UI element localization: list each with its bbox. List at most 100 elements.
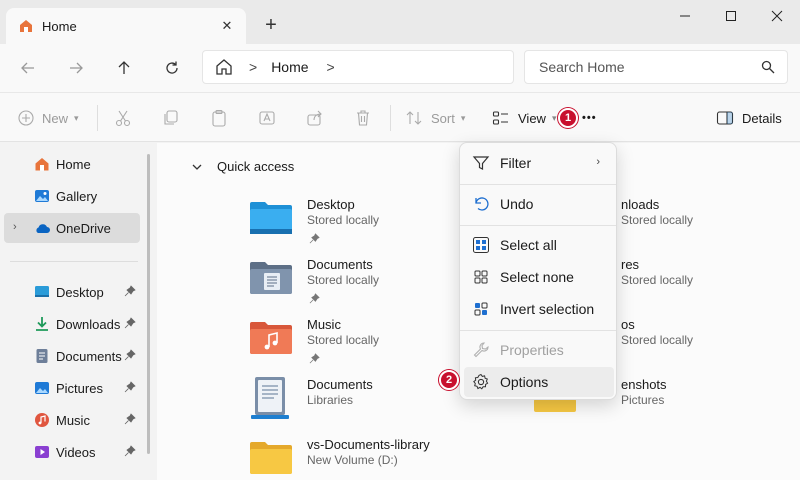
back-button[interactable] bbox=[14, 54, 42, 82]
pin-icon[interactable] bbox=[124, 445, 136, 457]
breadcrumb-home[interactable]: Home bbox=[271, 59, 308, 75]
details-button[interactable]: Details bbox=[716, 106, 782, 130]
view-list-icon bbox=[492, 111, 508, 125]
sidebar-item-gallery[interactable]: Gallery bbox=[4, 181, 140, 211]
item-location: Stored locally bbox=[621, 213, 694, 227]
breadcrumb-separator[interactable]: > bbox=[327, 59, 335, 75]
refresh-button[interactable] bbox=[158, 54, 186, 82]
details-label: Details bbox=[742, 110, 782, 126]
new-tab-button[interactable]: + bbox=[258, 12, 284, 38]
list-item[interactable]: Documents Stored locally bbox=[249, 257, 489, 313]
menu-item-filter[interactable]: Filter › bbox=[464, 148, 614, 178]
menu-item-invert-selection[interactable]: Invert selection bbox=[464, 294, 614, 324]
menu-item-label: Select none bbox=[500, 269, 574, 285]
tab-label: Home bbox=[42, 18, 77, 34]
sidebar-item-label: Home bbox=[56, 156, 91, 172]
menu-item-select-all[interactable]: Select all bbox=[464, 230, 614, 260]
item-location: Pictures bbox=[621, 393, 665, 407]
music-folder-icon bbox=[249, 321, 293, 355]
chevron-down-icon bbox=[191, 161, 203, 173]
sidebar-item-label: Downloads bbox=[56, 316, 121, 332]
home-outline-icon bbox=[215, 58, 233, 76]
item-name: enshots bbox=[621, 377, 667, 392]
see-more-button[interactable]: ••• bbox=[582, 106, 597, 130]
sort-label: Sort bbox=[431, 110, 455, 126]
menu-item-select-none[interactable]: Select none bbox=[464, 262, 614, 292]
rename-icon bbox=[259, 111, 275, 125]
delete-button[interactable] bbox=[354, 106, 372, 130]
list-item[interactable]: Music Stored locally bbox=[249, 317, 489, 373]
sidebar-item-downloads[interactable]: Downloads bbox=[4, 309, 140, 339]
quick-access-header[interactable]: Quick access bbox=[191, 159, 294, 174]
screenshots-folder-icon bbox=[533, 399, 577, 413]
menu-item-undo[interactable]: Undo bbox=[464, 189, 614, 219]
sort-button[interactable]: Sort ▾ bbox=[405, 106, 465, 130]
sidebar-item-onedrive[interactable]: › OneDrive bbox=[4, 213, 140, 243]
copy-button[interactable] bbox=[162, 106, 180, 130]
pin-icon[interactable] bbox=[124, 349, 136, 361]
menu-divider bbox=[460, 330, 616, 331]
pin-icon[interactable] bbox=[124, 285, 136, 297]
address-bar[interactable]: > Home > bbox=[202, 50, 514, 84]
arrow-right-icon bbox=[70, 62, 83, 74]
home-icon bbox=[34, 156, 50, 172]
gallery-icon bbox=[34, 188, 50, 204]
menu-item-properties[interactable]: Properties bbox=[464, 335, 614, 365]
item-name: Music bbox=[307, 317, 341, 332]
sidebar-item-label: OneDrive bbox=[56, 220, 111, 236]
share-icon bbox=[307, 110, 322, 126]
sort-icon bbox=[406, 111, 422, 125]
forward-button[interactable] bbox=[62, 54, 90, 82]
paste-button[interactable] bbox=[210, 106, 228, 130]
sidebar-item-documents[interactable]: Documents bbox=[4, 341, 140, 371]
maximize-button[interactable] bbox=[708, 0, 754, 32]
menu-divider bbox=[460, 184, 616, 185]
pin-icon[interactable] bbox=[124, 317, 136, 329]
sidebar-item-desktop[interactable]: Desktop bbox=[4, 277, 140, 307]
pin-icon[interactable] bbox=[124, 413, 136, 425]
chevron-right-icon[interactable]: › bbox=[13, 221, 17, 233]
view-button[interactable]: View ▾ bbox=[492, 106, 556, 130]
list-item[interactable]: Desktop Stored locally bbox=[249, 197, 489, 253]
list-item[interactable]: vs-Documents-library New Volume (D:) bbox=[249, 437, 489, 480]
breadcrumb-separator[interactable]: > bbox=[249, 59, 257, 75]
music-icon bbox=[34, 412, 50, 428]
cut-button[interactable] bbox=[114, 106, 132, 130]
sidebar-item-pictures[interactable]: Pictures bbox=[4, 373, 140, 403]
sidebar-scrollbar[interactable] bbox=[147, 154, 150, 454]
item-name: Documents bbox=[307, 377, 373, 392]
item-location: New Volume (D:) bbox=[307, 453, 398, 467]
arrow-left-icon bbox=[21, 62, 34, 74]
close-window-button[interactable] bbox=[754, 0, 800, 32]
item-location: Libraries bbox=[307, 393, 354, 407]
sidebar-item-videos[interactable]: Videos bbox=[4, 437, 140, 467]
tab-home[interactable]: Home ✕ bbox=[6, 8, 246, 44]
wrench-icon bbox=[473, 342, 489, 358]
item-name: os bbox=[621, 317, 635, 332]
navigation-pane: Home Gallery › OneDrive Desktop Download… bbox=[0, 143, 150, 480]
share-button[interactable] bbox=[306, 106, 324, 130]
step-badge-2: 2 bbox=[439, 370, 459, 390]
tab-close-button[interactable]: ✕ bbox=[216, 15, 238, 37]
pin-icon bbox=[309, 233, 320, 244]
chevron-right-icon: › bbox=[596, 156, 600, 168]
document-library-icon bbox=[249, 377, 293, 421]
up-button[interactable] bbox=[110, 54, 138, 82]
see-more-menu: Filter › Undo Select all Select none Inv… bbox=[459, 142, 617, 400]
sidebar-item-home[interactable]: Home bbox=[4, 149, 140, 179]
search-box[interactable]: Search Home bbox=[524, 50, 788, 84]
menu-item-options[interactable]: Options bbox=[464, 367, 614, 397]
pin-icon bbox=[309, 353, 320, 364]
rename-button[interactable] bbox=[258, 106, 276, 130]
pin-icon[interactable] bbox=[124, 381, 136, 393]
chevron-down-icon: ▾ bbox=[74, 112, 79, 123]
item-name: nloads bbox=[621, 197, 660, 212]
minimize-button[interactable] bbox=[662, 0, 708, 32]
sidebar-item-label: Gallery bbox=[56, 188, 98, 204]
sidebar-divider bbox=[10, 261, 138, 262]
new-button[interactable]: New ▾ bbox=[18, 106, 79, 130]
command-bar: New ▾ Sort ▾ View ▾ ••• 1 Details bbox=[0, 92, 800, 142]
documents-folder-icon bbox=[249, 261, 293, 295]
video-icon bbox=[34, 444, 50, 460]
sidebar-item-music[interactable]: Music bbox=[4, 405, 140, 435]
